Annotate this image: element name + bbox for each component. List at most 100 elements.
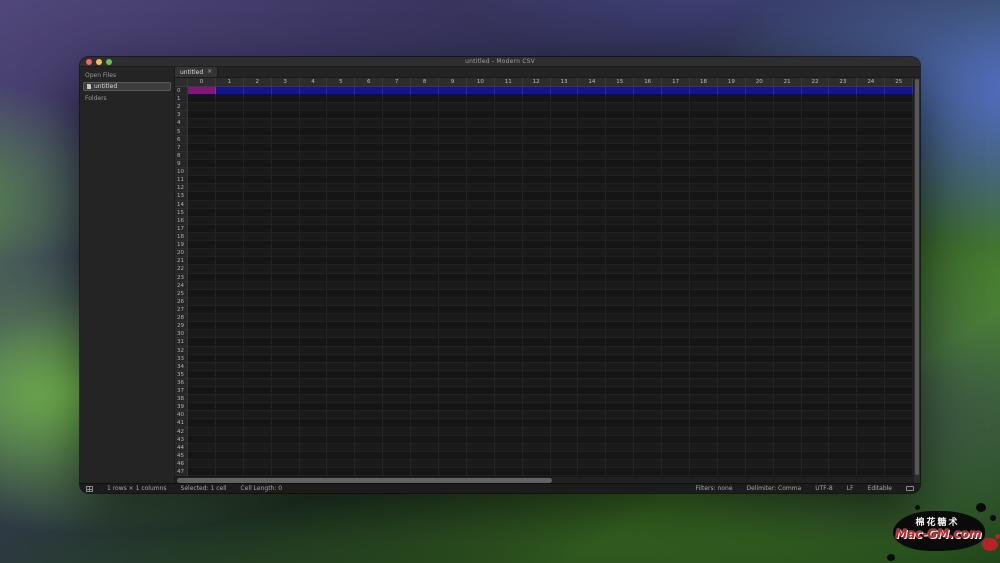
grid-cell[interactable] — [188, 152, 216, 160]
grid-cell[interactable] — [829, 225, 857, 233]
grid-cell[interactable] — [634, 403, 662, 411]
grid-cell[interactable] — [467, 95, 495, 103]
grid-cell[interactable] — [551, 322, 579, 330]
grid-cell[interactable] — [327, 184, 355, 192]
grid-cell[interactable] — [523, 192, 551, 200]
grid-cell[interactable] — [216, 201, 244, 209]
grid-cell[interactable] — [523, 355, 551, 363]
grid-cell[interactable] — [551, 152, 579, 160]
grid-cell[interactable] — [634, 355, 662, 363]
grid-cell[interactable] — [690, 395, 718, 403]
grid-cell[interactable] — [327, 444, 355, 452]
grid-cell[interactable] — [244, 103, 272, 111]
grid-cell[interactable] — [690, 338, 718, 346]
grid-cell[interactable] — [885, 290, 913, 298]
grid-cell[interactable] — [383, 225, 411, 233]
grid-cell[interactable] — [216, 265, 244, 273]
grid-cell[interactable] — [355, 460, 383, 468]
grid-cell[interactable] — [216, 95, 244, 103]
grid-cell[interactable] — [718, 274, 746, 282]
grid-cell[interactable] — [606, 444, 634, 452]
grid-cell[interactable] — [244, 144, 272, 152]
row-header[interactable]: 28 — [175, 314, 188, 322]
grid-cell[interactable] — [662, 111, 690, 119]
grid-cell[interactable] — [244, 387, 272, 395]
grid-cell[interactable] — [244, 322, 272, 330]
grid-cell[interactable] — [606, 201, 634, 209]
grid-cell[interactable] — [467, 111, 495, 119]
grid-cell[interactable] — [383, 87, 411, 95]
grid-cell[interactable] — [244, 152, 272, 160]
status-filters[interactable]: Filters: none — [696, 485, 733, 492]
grid-cell[interactable] — [774, 184, 802, 192]
grid-cell[interactable] — [606, 428, 634, 436]
grid-cell[interactable] — [355, 168, 383, 176]
grid-cell[interactable] — [634, 87, 662, 95]
grid-cell[interactable] — [578, 395, 606, 403]
grid-cell[interactable] — [411, 282, 439, 290]
grid-cell[interactable] — [551, 363, 579, 371]
grid-cell[interactable] — [774, 249, 802, 257]
row-header[interactable]: 6 — [175, 136, 188, 144]
grid-cell[interactable] — [578, 363, 606, 371]
grid-cell[interactable] — [551, 128, 579, 136]
grid-cell[interactable] — [802, 282, 830, 290]
grid-cell[interactable] — [523, 314, 551, 322]
row-header[interactable]: 17 — [175, 225, 188, 233]
grid-cell[interactable] — [829, 338, 857, 346]
grid-cell[interactable] — [523, 436, 551, 444]
grid-cell[interactable] — [551, 111, 579, 119]
grid-cell[interactable] — [802, 225, 830, 233]
grid-cell[interactable] — [467, 282, 495, 290]
grid-cell[interactable] — [829, 347, 857, 355]
grid-cell[interactable] — [606, 338, 634, 346]
grid-cell[interactable] — [578, 290, 606, 298]
grid-cell[interactable] — [802, 184, 830, 192]
grid-cell[interactable] — [467, 314, 495, 322]
grid-cell[interactable] — [829, 363, 857, 371]
grid-cell[interactable] — [578, 298, 606, 306]
grid-cell[interactable] — [272, 257, 300, 265]
grid-cell[interactable] — [774, 152, 802, 160]
grid-cell[interactable] — [188, 330, 216, 338]
grid-cell[interactable] — [467, 338, 495, 346]
grid-cell[interactable] — [244, 192, 272, 200]
grid-cell[interactable] — [300, 436, 328, 444]
grid-cell[interactable] — [244, 87, 272, 95]
grid-cell[interactable] — [355, 95, 383, 103]
grid-cell[interactable] — [467, 355, 495, 363]
grid-cell[interactable] — [578, 265, 606, 273]
grid-cell[interactable] — [578, 209, 606, 217]
grid-cell[interactable] — [272, 452, 300, 460]
grid-cell[interactable] — [802, 314, 830, 322]
row-header[interactable]: 2 — [175, 103, 188, 111]
grid-cell[interactable] — [272, 209, 300, 217]
grid-cell[interactable] — [244, 209, 272, 217]
grid-cell[interactable] — [551, 403, 579, 411]
grid-cell[interactable] — [578, 460, 606, 468]
grid-cell[interactable] — [383, 403, 411, 411]
grid-cell[interactable] — [272, 87, 300, 95]
grid-cell[interactable] — [774, 444, 802, 452]
grid-cell[interactable] — [355, 233, 383, 241]
grid-cell[interactable] — [662, 233, 690, 241]
grid-cell[interactable] — [774, 201, 802, 209]
grid-cell[interactable] — [188, 306, 216, 314]
grid-cell[interactable] — [857, 298, 885, 306]
grid-cell[interactable] — [523, 274, 551, 282]
grid-cell[interactable] — [746, 314, 774, 322]
grid-cell[interactable] — [662, 330, 690, 338]
row-header[interactable]: 34 — [175, 363, 188, 371]
grid-cell[interactable] — [523, 330, 551, 338]
grid-cell[interactable] — [606, 144, 634, 152]
grid-cell[interactable] — [495, 452, 523, 460]
grid-cell[interactable] — [578, 371, 606, 379]
column-header[interactable]: 16 — [634, 78, 662, 86]
status-delimiter[interactable]: Delimiter: Comma — [747, 485, 802, 492]
grid-cell[interactable] — [829, 119, 857, 127]
grid-cell[interactable] — [188, 403, 216, 411]
grid-cell[interactable] — [467, 87, 495, 95]
grid-cell[interactable] — [551, 265, 579, 273]
grid-cell[interactable] — [439, 330, 467, 338]
row-header[interactable]: 7 — [175, 144, 188, 152]
